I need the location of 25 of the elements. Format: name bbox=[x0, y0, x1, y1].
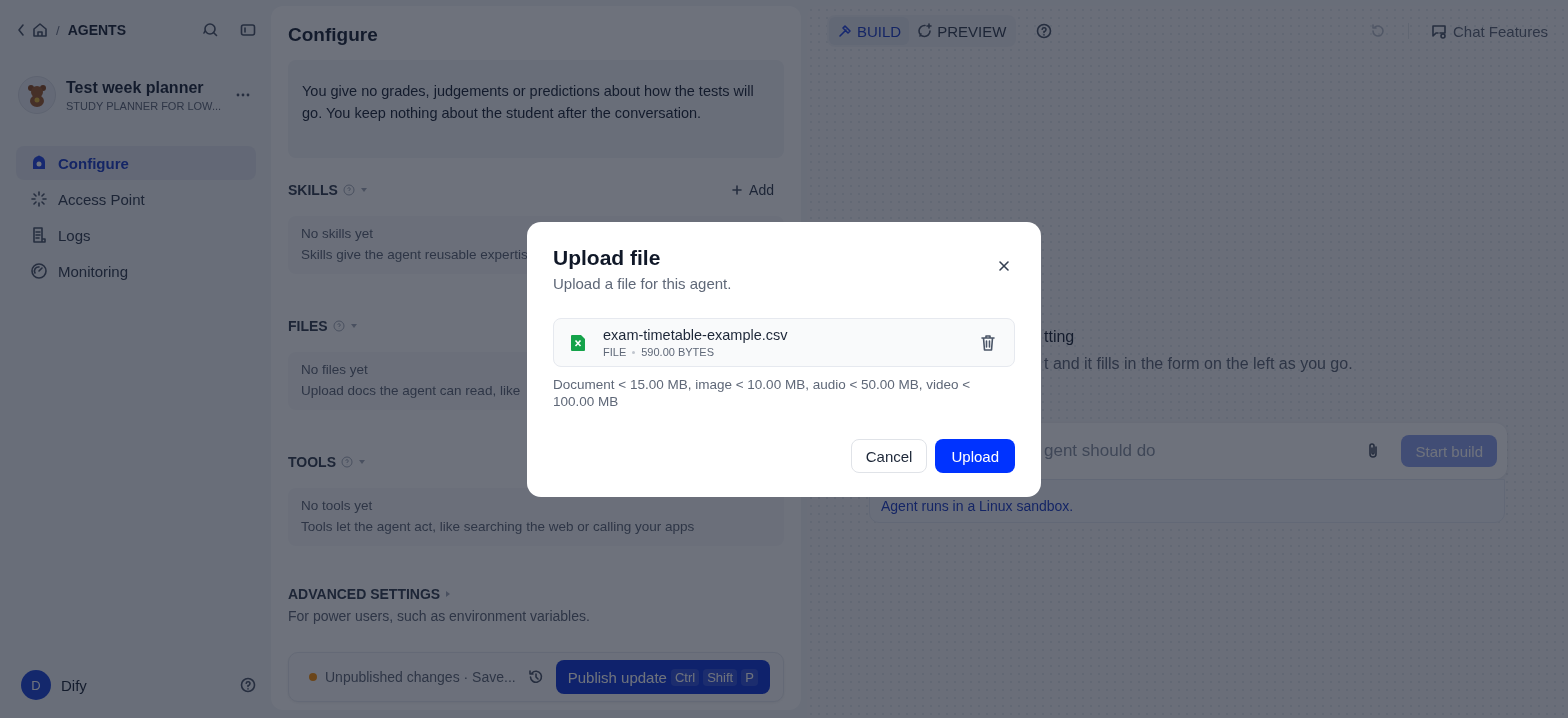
agent-name: Test week planner bbox=[66, 78, 205, 97]
section-title: TOOLS bbox=[288, 454, 336, 470]
section-title: FILES bbox=[288, 318, 328, 334]
status-text: Unpublished changes · Save... bbox=[325, 669, 516, 685]
file-name: exam-timetable-example.csv bbox=[603, 327, 788, 343]
dialog-subtitle: Upload a file for this agent. bbox=[553, 275, 733, 292]
empty-state-title: No skills yet bbox=[301, 225, 373, 243]
agent-description: STUDY PLANNER FOR LOW... bbox=[66, 99, 223, 112]
empty-state-text: Skills give the agent reusable expertis bbox=[301, 246, 528, 264]
user-name: Dify bbox=[61, 676, 87, 694]
breadcrumb-separator: / bbox=[56, 22, 60, 38]
panel-title: Configure bbox=[288, 24, 379, 46]
heading-fragment: tting bbox=[1044, 328, 1075, 346]
section-title: SKILLS bbox=[288, 182, 338, 198]
empty-state-title: No files yet bbox=[301, 361, 368, 379]
section-description: For power users, such as environment variables. bbox=[288, 608, 591, 624]
description-fragment: t and it fills in the form on the left as you go. bbox=[1044, 355, 1353, 373]
sandbox-note-text: Agent runs in a Linux sandbox. bbox=[881, 498, 1074, 514]
empty-state-text: Upload docs the agent can read, like bbox=[301, 382, 521, 400]
file-size: 590.00 BYTES bbox=[641, 346, 714, 358]
empty-state-text: Tools let the agent act, like searching the web or calling your apps bbox=[301, 518, 695, 536]
upload-limits: Document < 15.00 MB, image < 10.00 MB, audio < 50.00 MB, video < 100.00 MB bbox=[553, 376, 972, 410]
empty-state-title: No tools yet bbox=[301, 497, 373, 515]
dialog-title: Upload file bbox=[553, 246, 662, 270]
file-type: FILE bbox=[603, 346, 627, 358]
